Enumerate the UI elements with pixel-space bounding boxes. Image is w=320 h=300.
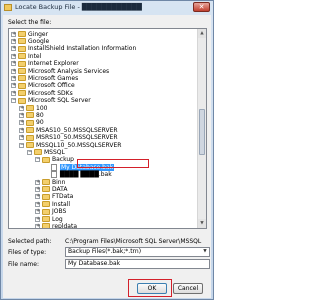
select-file-label: Select the file: (8, 19, 52, 26)
selected-path-value: C:\Program Files\Microsoft SQL Server\MS… (65, 238, 202, 245)
close-button[interactable]: ✕ (193, 2, 210, 12)
file-name-input[interactable]: My Database.bak (65, 259, 210, 269)
collapse-icon[interactable]: − (19, 142, 24, 148)
expand-icon[interactable]: + (19, 120, 24, 126)
folder-icon (42, 193, 50, 200)
tree-item-label: ████ ████.bak (60, 171, 112, 179)
folder-icon (18, 60, 26, 67)
ok-button[interactable]: OK (137, 283, 167, 294)
folder-icon (42, 179, 50, 185)
selected-path-label: Selected path: (8, 238, 52, 245)
expand-icon[interactable]: + (35, 223, 40, 228)
expand-icon[interactable]: + (11, 53, 16, 59)
expand-icon[interactable]: + (11, 75, 16, 81)
scroll-thumb[interactable] (199, 109, 205, 155)
scroll-up-arrow-icon[interactable]: ▲ (198, 29, 206, 38)
expand-icon[interactable]: + (35, 209, 40, 215)
folder-icon (26, 105, 34, 111)
folder-icon (18, 31, 26, 37)
collapse-icon[interactable]: − (11, 98, 16, 104)
folder-icon (18, 82, 26, 89)
folder-icon (26, 134, 34, 141)
dialog-body: Select the file: ▲ ▼ + Ginger + Google + Inst… (3, 15, 211, 298)
folder-icon (18, 90, 26, 97)
window-title: Locate Backup File - ████████████ (15, 3, 142, 11)
expand-icon[interactable]: + (11, 46, 16, 52)
expand-icon[interactable]: + (11, 61, 16, 67)
expand-icon[interactable]: + (35, 201, 40, 207)
tree-folder-item[interactable]: + repldata (35, 222, 78, 229)
sql-server-icon (4, 4, 12, 11)
folder-icon (42, 186, 50, 193)
folder-icon (42, 201, 50, 208)
expand-icon[interactable]: + (35, 186, 40, 192)
folder-icon (42, 216, 50, 222)
expand-icon[interactable]: + (11, 38, 16, 44)
files-of-type-select[interactable]: Backup Files(*.bak;*.trn) ▼ (65, 247, 210, 257)
folder-icon (18, 38, 26, 45)
folder-icon (18, 75, 26, 82)
expand-icon[interactable]: + (19, 127, 24, 133)
scroll-down-arrow-icon[interactable]: ▼ (198, 219, 206, 228)
expand-icon[interactable]: + (11, 31, 16, 37)
locate-backup-file-dialog: Locate Backup File - ████████████ ✕ Sele… (0, 0, 214, 300)
dropdown-arrow-icon[interactable]: ▼ (201, 248, 209, 256)
expand-icon[interactable]: + (35, 179, 40, 185)
expand-icon[interactable]: + (11, 83, 16, 89)
cancel-button[interactable]: Cancel (173, 283, 203, 294)
file-name-label: File name: (8, 261, 39, 268)
folder-icon (42, 156, 50, 163)
folder-icon (26, 119, 34, 126)
folder-icon (26, 112, 34, 119)
expand-icon[interactable]: + (11, 90, 16, 96)
collapse-icon[interactable]: − (27, 149, 32, 155)
expand-icon[interactable]: + (19, 112, 24, 118)
folder-icon (18, 68, 26, 74)
files-of-type-label: Files of type: (8, 249, 47, 256)
selected-file-highlight-box (77, 159, 149, 168)
expand-icon[interactable]: + (35, 194, 40, 200)
folder-icon (34, 149, 42, 156)
expand-icon[interactable]: + (19, 135, 24, 141)
tree-scrollbar[interactable]: ▲ ▼ (197, 29, 206, 228)
title-bar[interactable]: Locate Backup File - ████████████ ✕ (1, 1, 213, 15)
folder-icon (42, 223, 50, 228)
files-of-type-value: Backup Files(*.bak;*.trn) (68, 248, 142, 255)
folder-icon (26, 127, 34, 134)
folder-icon (26, 142, 34, 148)
expand-icon[interactable]: + (11, 68, 16, 74)
expand-icon[interactable]: + (35, 216, 40, 222)
tree-item-label: InstallShield Installation Information (28, 45, 137, 53)
folder-icon (18, 53, 26, 60)
file-tree[interactable]: ▲ ▼ + Ginger + Google + InstallShield Install… (8, 28, 207, 229)
folder-icon (18, 45, 26, 52)
tree-item-label: repldata (52, 222, 78, 229)
expand-icon[interactable]: + (19, 105, 24, 111)
folder-icon (18, 97, 26, 104)
collapse-icon[interactable]: − (35, 157, 40, 163)
folder-icon (42, 208, 50, 215)
